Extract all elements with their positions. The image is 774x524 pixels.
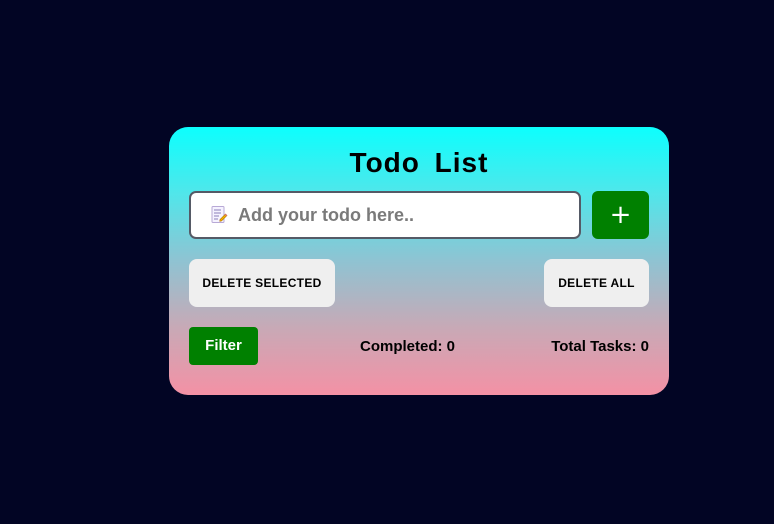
todo-card: Todo List + DELETE SELECTED DELETE ALL F… (169, 127, 669, 395)
delete-selected-button[interactable]: DELETE SELECTED (189, 259, 335, 307)
total-tasks-count: Total Tasks: 0 (551, 338, 649, 355)
todo-input[interactable] (238, 204, 558, 226)
todo-input-field[interactable] (189, 191, 581, 239)
memo-icon (209, 205, 229, 225)
add-todo-button[interactable]: + (592, 191, 649, 239)
delete-all-button[interactable]: DELETE ALL (544, 259, 649, 307)
page-title: Todo List (349, 147, 489, 178)
filter-button[interactable]: Filter (189, 327, 258, 365)
completed-count: Completed: 0 (360, 338, 456, 355)
